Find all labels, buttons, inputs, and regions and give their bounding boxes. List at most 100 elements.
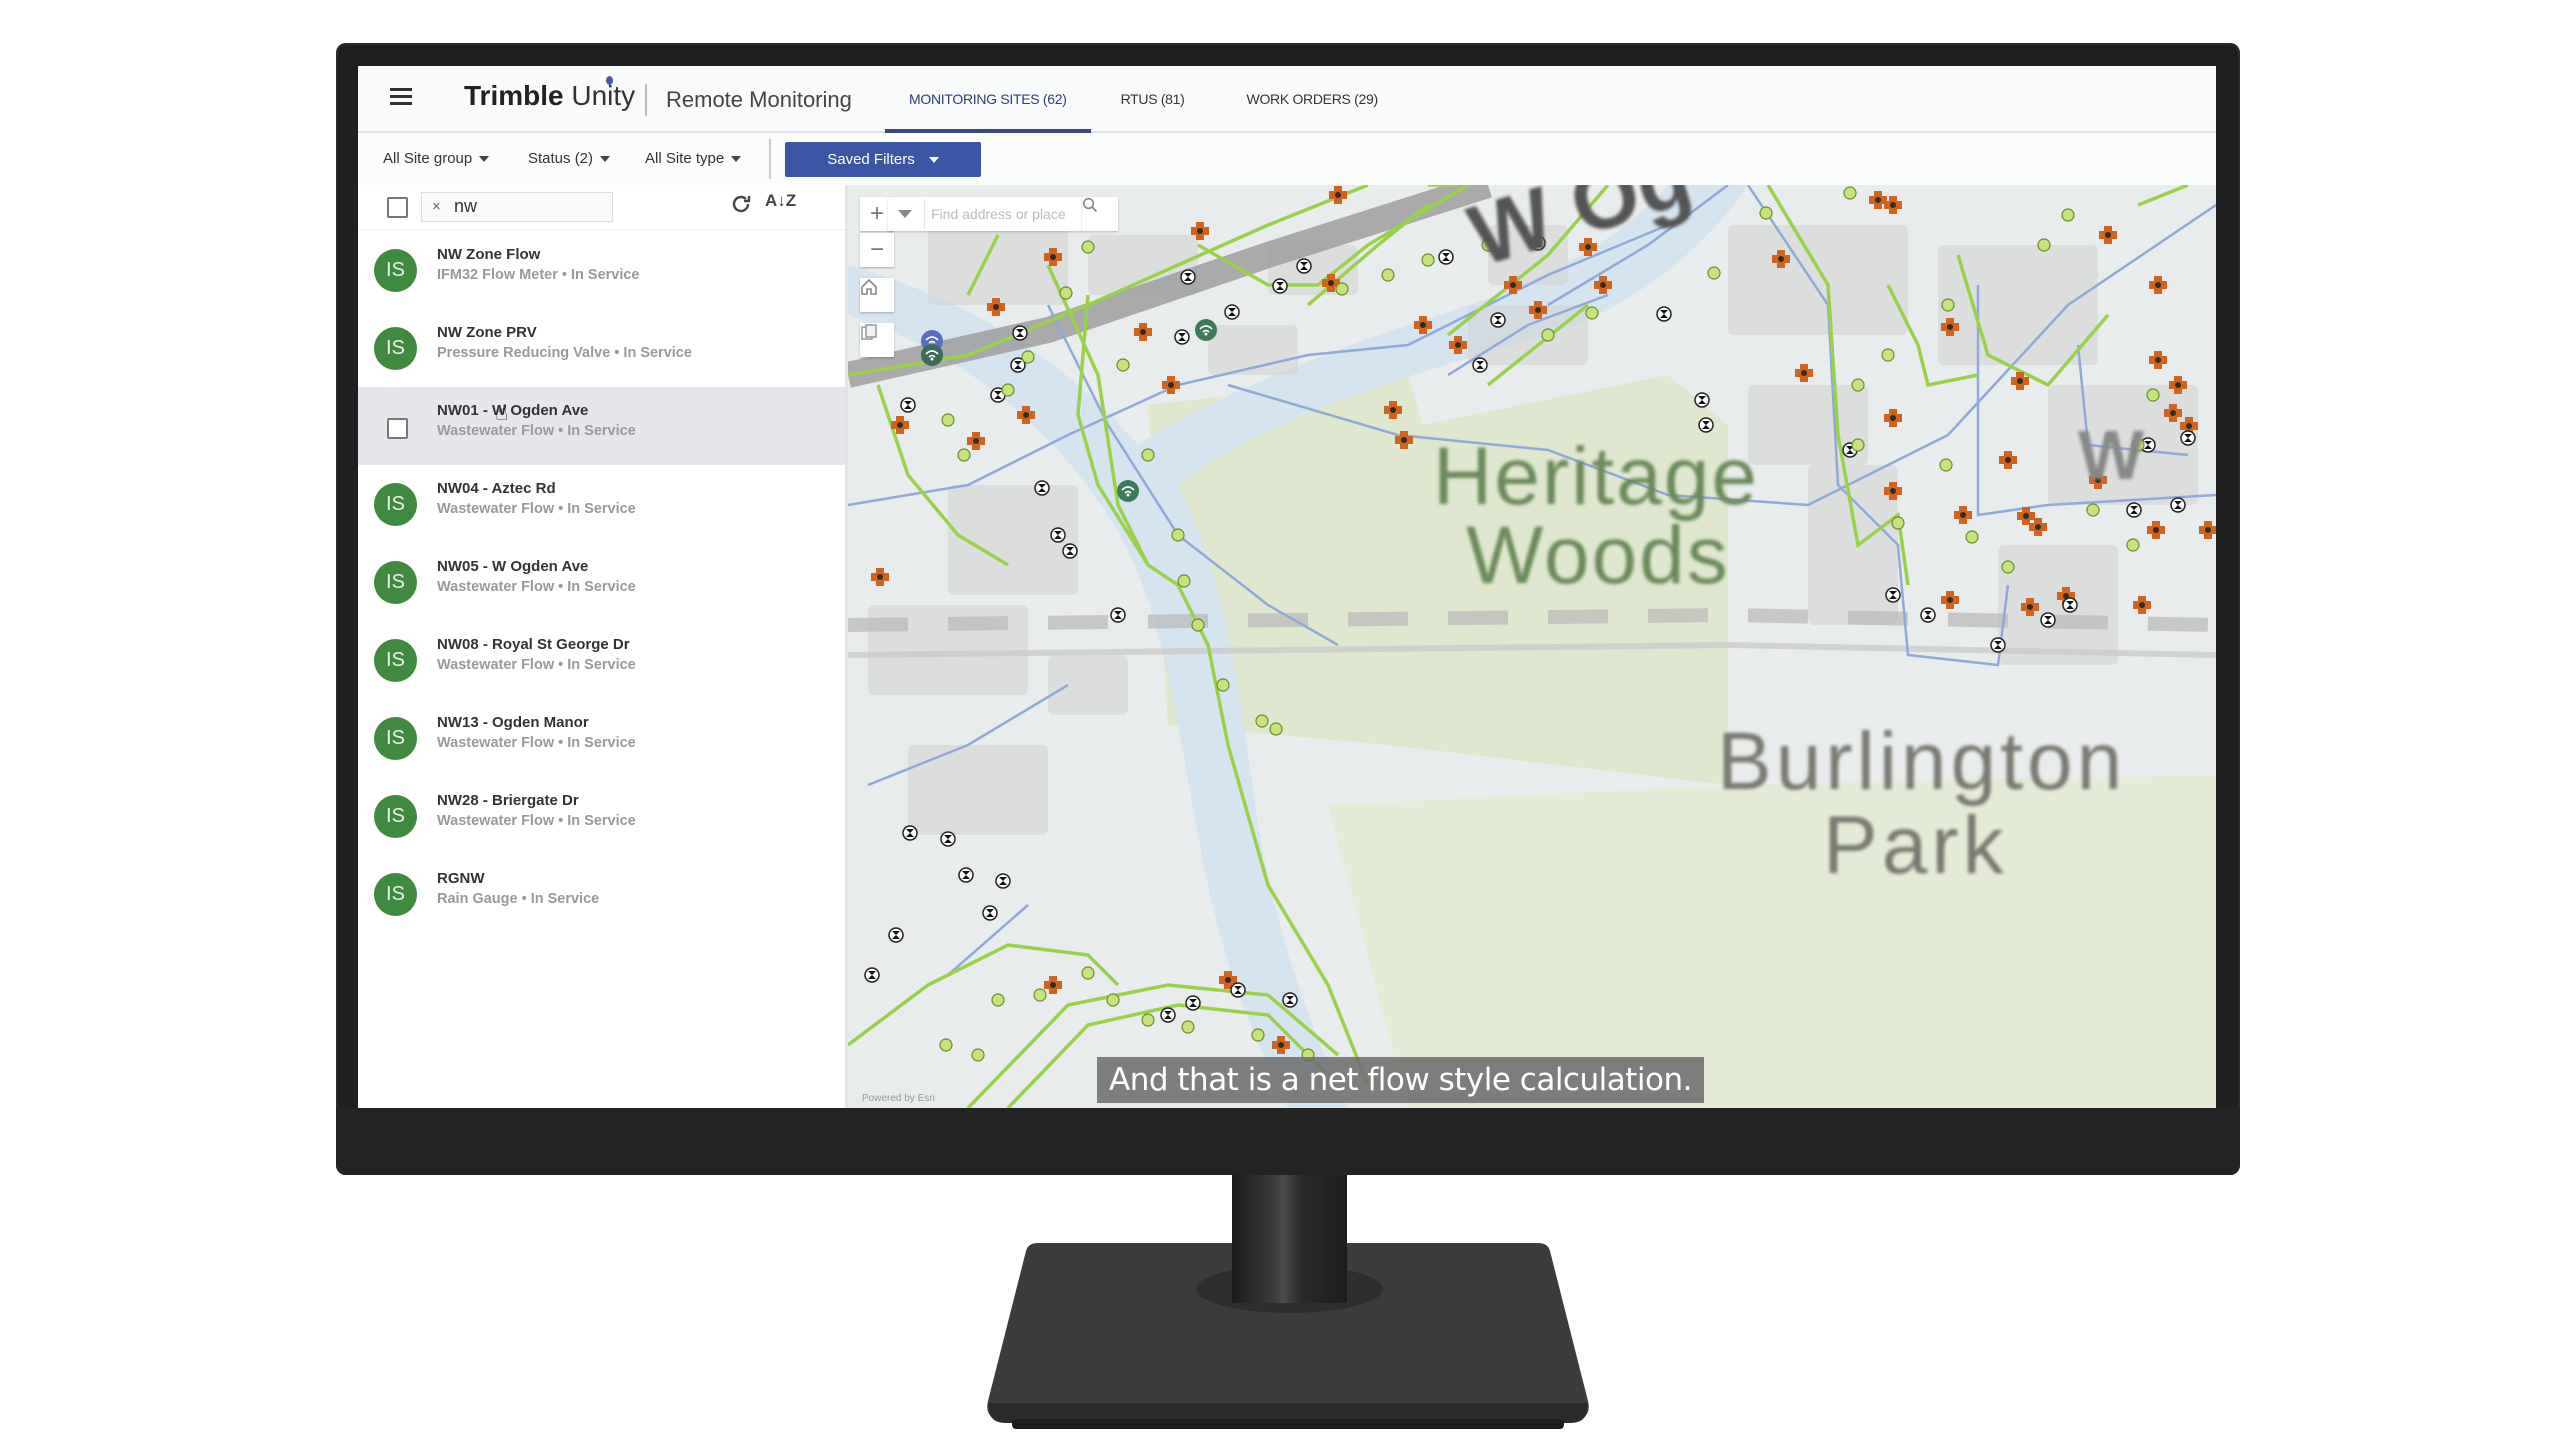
valve-marker[interactable] (2170, 497, 2186, 513)
hydrant-marker[interactable] (1001, 383, 1015, 397)
hydrant-marker[interactable] (1891, 516, 1905, 530)
hydrant-marker[interactable] (2146, 388, 2160, 402)
sort-az-icon[interactable]: A↓Z (765, 191, 796, 211)
hydrant-marker[interactable] (1141, 448, 1155, 462)
map-search-input[interactable] (924, 199, 1083, 229)
hydrant-marker[interactable] (1141, 1013, 1155, 1027)
hydrant-marker[interactable] (1081, 966, 1095, 980)
valve-marker[interactable] (902, 825, 918, 841)
hydrant-marker[interactable] (2037, 238, 2051, 252)
hydrant-marker[interactable] (2001, 560, 2015, 574)
hydrant-marker[interactable] (1251, 1028, 1265, 1042)
site-list-item[interactable]: IS NW28 - Briergate Dr Wastewater Flow • I… (358, 777, 845, 855)
map-view[interactable]: W Og W Heritage Woods Burlington Park + … (848, 185, 2216, 1108)
valve-marker[interactable] (982, 905, 998, 921)
manhole-marker[interactable] (2099, 226, 2117, 244)
hydrant-marker[interactable] (1939, 458, 1953, 472)
site-list-item[interactable]: IS NW05 - W Ogden Ave Wastewater Flow • In… (358, 543, 845, 621)
home-button[interactable] (860, 278, 894, 312)
hydrant-marker[interactable] (2126, 538, 2140, 552)
manhole-marker[interactable] (1134, 323, 1152, 341)
hydrant-marker[interactable] (1585, 306, 1599, 320)
valve-marker[interactable] (1012, 325, 1028, 341)
manhole-marker[interactable] (2149, 276, 2167, 294)
valve-marker[interactable] (1180, 269, 1196, 285)
rtu-site-marker[interactable] (1195, 319, 1217, 341)
valve-marker[interactable] (1110, 607, 1126, 623)
manhole-marker[interactable] (2147, 521, 2165, 539)
tab-monitoring-sites[interactable]: MONITORING SITES (62) (885, 66, 1091, 133)
valve-marker[interactable] (1694, 392, 1710, 408)
manhole-marker[interactable] (1884, 409, 1902, 427)
valve-marker[interactable] (1885, 587, 1901, 603)
hydrant-marker[interactable] (939, 1038, 953, 1052)
hydrant-marker[interactable] (2061, 208, 2075, 222)
manhole-marker[interactable] (1941, 591, 1959, 609)
hydrant-marker[interactable] (941, 413, 955, 427)
hydrant-marker[interactable] (1191, 618, 1205, 632)
valve-marker[interactable] (1050, 527, 1066, 543)
manhole-marker[interactable] (1044, 976, 1062, 994)
hydrant-marker[interactable] (1759, 206, 1773, 220)
hydrant-marker[interactable] (1707, 266, 1721, 280)
valve-marker[interactable] (1656, 306, 1672, 322)
site-list-item[interactable]: IS RGNW Rain Gauge • In Service (358, 855, 845, 933)
valve-marker[interactable] (1438, 249, 1454, 265)
valve-marker[interactable] (2040, 612, 2056, 628)
refresh-icon[interactable] (729, 192, 753, 216)
map-search-button[interactable] (1081, 197, 1118, 231)
hydrant-marker[interactable] (1081, 240, 1095, 254)
manhole-marker[interactable] (871, 568, 889, 586)
search-source-dropdown[interactable] (888, 197, 922, 231)
valve-marker[interactable] (1062, 543, 1078, 559)
valve-marker[interactable] (1160, 1007, 1176, 1023)
valve-marker[interactable] (940, 831, 956, 847)
saved-filters-button[interactable]: Saved Filters (785, 142, 981, 177)
site-list-item[interactable]: IS NW13 - Ogden Manor Wastewater Flow • In… (358, 699, 845, 777)
hydrant-marker[interactable] (1177, 574, 1191, 588)
hydrant-marker[interactable] (1021, 350, 1035, 364)
hydrant-marker[interactable] (957, 448, 971, 462)
hydrant-marker[interactable] (1171, 528, 1185, 542)
site-list-item[interactable]: IS NW Zone Flow IFM32 Flow Meter • In Serv… (358, 231, 845, 309)
manhole-marker[interactable] (2029, 518, 2047, 536)
hydrant-marker[interactable] (1269, 722, 1283, 736)
valve-marker[interactable] (2180, 430, 2196, 446)
valve-marker[interactable] (2126, 502, 2142, 518)
hydrant-marker[interactable] (1216, 678, 1230, 692)
hydrant-marker[interactable] (1965, 530, 1979, 544)
hydrant-marker[interactable] (1541, 328, 1555, 342)
clear-search-icon[interactable]: × (432, 198, 441, 215)
hydrant-marker[interactable] (1033, 988, 1047, 1002)
hydrant-marker[interactable] (1255, 714, 1269, 728)
site-select-checkbox[interactable] (387, 418, 408, 439)
rtu-site-marker[interactable] (921, 344, 943, 366)
hydrant-marker[interactable] (1941, 298, 1955, 312)
rtu-site-marker[interactable] (1117, 480, 1139, 502)
tab-work-orders[interactable]: WORK ORDERS (29) (1223, 66, 1402, 131)
valve-marker[interactable] (864, 967, 880, 983)
hydrant-marker[interactable] (1851, 438, 1865, 452)
hydrant-marker[interactable] (1181, 1020, 1195, 1034)
hydrant-marker[interactable] (991, 993, 1005, 1007)
hydrant-marker[interactable] (1881, 348, 1895, 362)
manhole-marker[interactable] (2199, 521, 2216, 539)
hydrant-marker[interactable] (1381, 268, 1395, 282)
manhole-marker[interactable] (1795, 364, 1813, 382)
valve-marker[interactable] (1990, 637, 2006, 653)
hydrant-marker[interactable] (1106, 993, 1120, 1007)
list-search-input[interactable]: × nw (421, 192, 613, 222)
manhole-marker[interactable] (1954, 506, 1972, 524)
hamburger-menu-icon[interactable] (390, 88, 412, 106)
valve-marker[interactable] (2062, 597, 2078, 613)
site-list-item[interactable]: IS NW08 - Royal St George Dr Wastewater Fl… (358, 621, 845, 699)
manhole-marker[interactable] (1999, 451, 2017, 469)
valve-marker[interactable] (1034, 480, 1050, 496)
valve-marker[interactable] (900, 397, 916, 413)
select-all-checkbox[interactable] (387, 197, 408, 218)
valve-marker[interactable] (1490, 312, 1506, 328)
basemap-gallery-button[interactable] (860, 323, 894, 357)
valve-marker[interactable] (1920, 607, 1936, 623)
valve-marker[interactable] (1282, 992, 1298, 1008)
hydrant-marker[interactable] (1851, 378, 1865, 392)
